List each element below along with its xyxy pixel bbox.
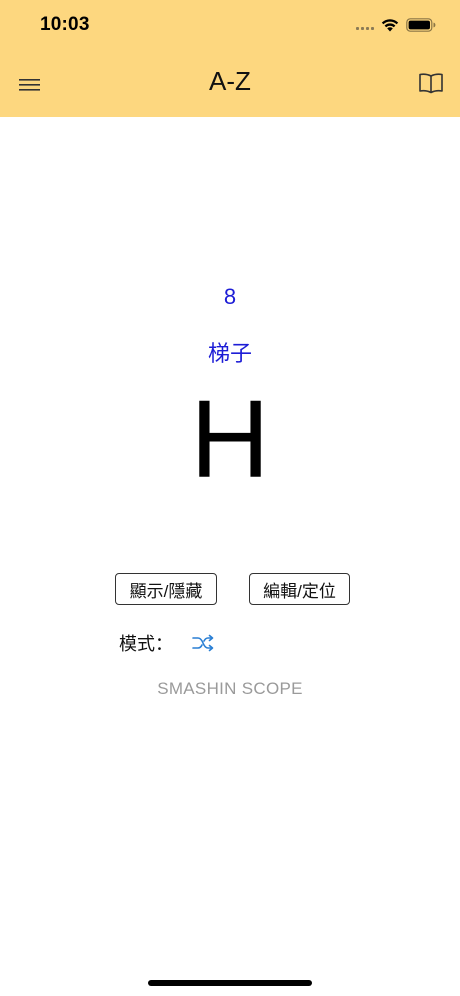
brand-footer: SMASHIN SCOPE (157, 679, 303, 698)
navigation-bar: A-Z (0, 58, 460, 110)
battery-icon (406, 18, 436, 32)
wifi-icon (381, 19, 399, 32)
mode-row: 模式： (119, 630, 215, 656)
home-indicator[interactable] (148, 980, 312, 986)
header-area: 10:03 A-Z (0, 0, 460, 117)
card-letter: H (190, 378, 270, 501)
app-screen: 10:03 A-Z 8 梯子 H 顯示/隱藏 編輯/定位 模式： SMASHIN… (0, 0, 460, 996)
status-time: 10:03 (40, 14, 90, 35)
shuffle-icon[interactable] (191, 633, 215, 653)
show-hide-button[interactable]: 顯示/隱藏 (115, 573, 217, 605)
cellular-dots-icon (356, 20, 374, 30)
book-icon[interactable] (416, 70, 446, 96)
mode-label: 模式： (119, 634, 173, 654)
card-word: 梯子 (207, 341, 252, 366)
card-number: 8 (223, 284, 237, 309)
status-icons (356, 14, 436, 36)
edit-locate-button[interactable]: 編輯/定位 (249, 573, 350, 605)
page-title: A-Z (209, 66, 251, 96)
